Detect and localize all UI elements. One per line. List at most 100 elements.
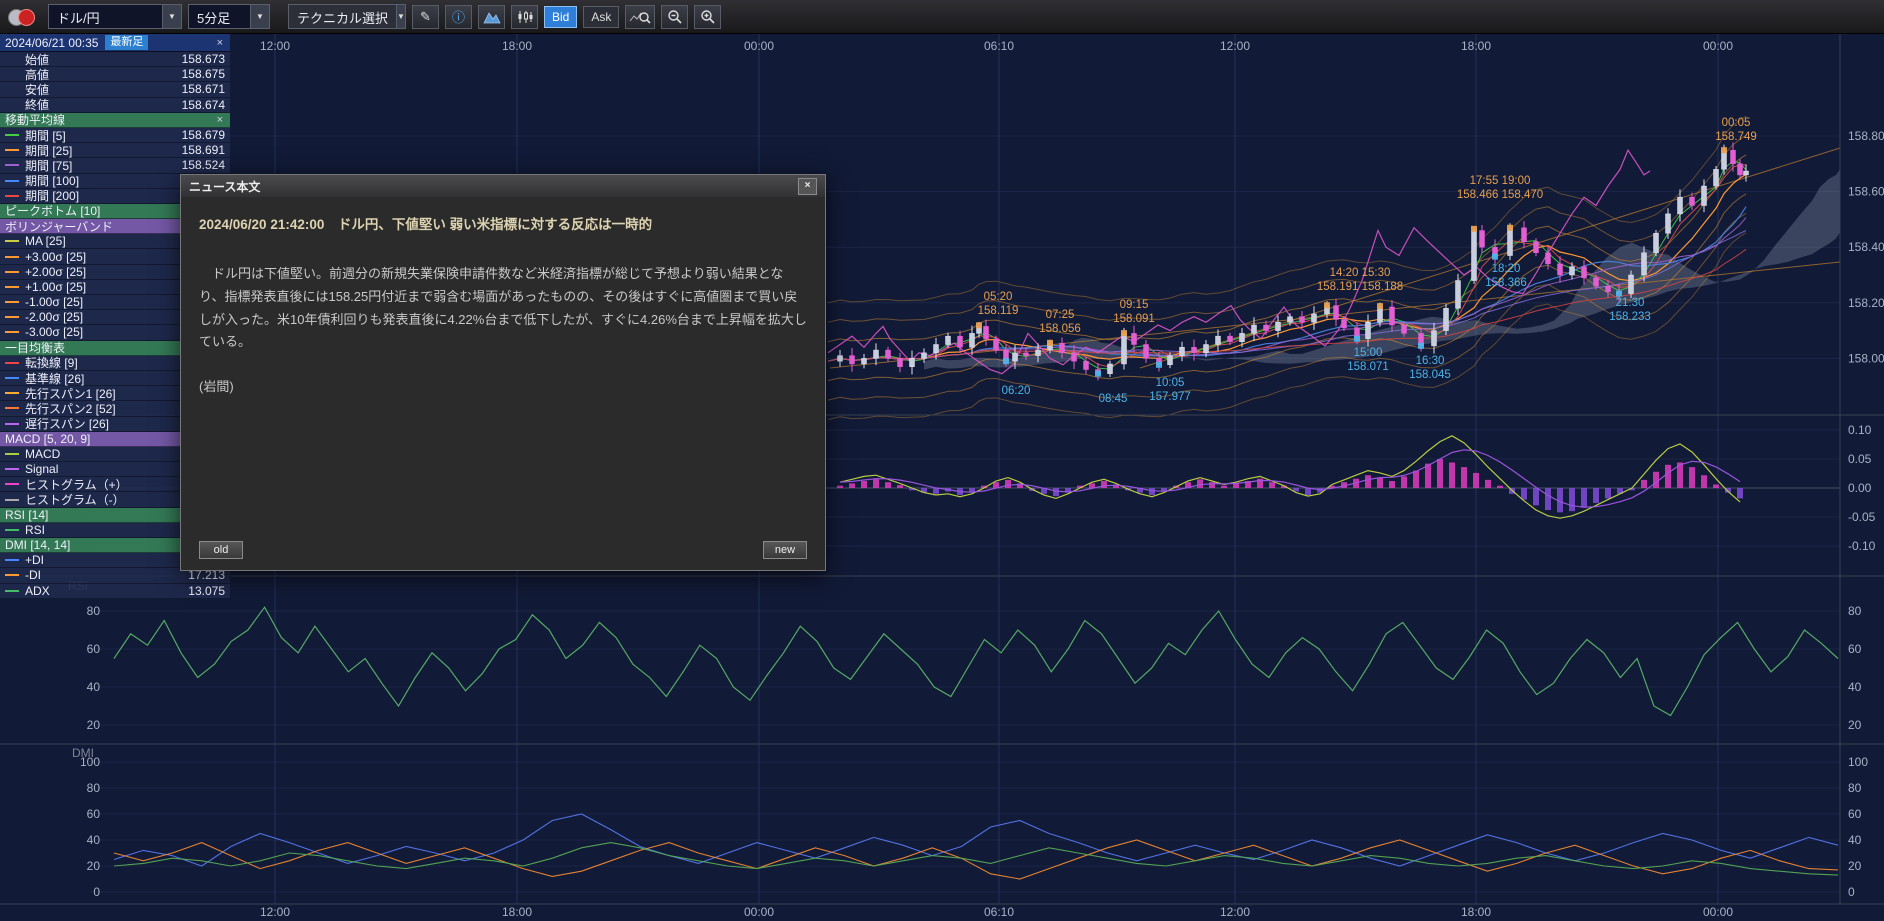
zoom-in-button[interactable] [694,5,721,29]
series-color-swatch [5,574,19,576]
svg-text:12:00: 12:00 [260,39,290,53]
indicator-label: ボリンジャーバンド [5,218,113,235]
svg-text:158.071: 158.071 [1347,361,1389,373]
close-icon[interactable]: × [798,178,817,195]
close-icon[interactable]: × [215,37,225,49]
candle-chart-button[interactable] [511,5,538,29]
svg-text:158.056: 158.056 [1039,323,1081,335]
svg-text:18:00: 18:00 [502,39,532,53]
timeframe-label: 5分足 [189,5,250,28]
new-news-button[interactable]: new [763,541,807,559]
close-icon[interactable]: × [215,114,225,126]
old-news-button[interactable]: old [199,541,243,559]
indicator-value: 158.671 [182,82,225,96]
draw-tool-button[interactable]: ✎ [412,5,439,29]
series-color-swatch [5,271,19,273]
svg-text:158.191 158.188: 158.191 158.188 [1317,281,1403,293]
svg-text:16:30: 16:30 [1416,355,1445,367]
svg-text:40: 40 [1848,680,1862,694]
svg-text:100: 100 [1848,755,1868,769]
svg-text:20: 20 [1848,859,1862,873]
svg-text:09:15: 09:15 [1120,299,1149,311]
indicator-value: 158.675 [182,67,225,81]
indicator-label: 遅行スパン [26] [25,415,109,432]
svg-text:00:00: 00:00 [1703,39,1733,53]
series-color-swatch [5,316,19,318]
svg-text:158.119: 158.119 [978,305,1019,317]
svg-text:08:45: 08:45 [1099,393,1128,405]
spacer [5,58,19,60]
ask-button[interactable]: Ask [583,6,619,28]
pencil-icon: ✎ [420,9,431,25]
chart-type-button[interactable] [478,5,505,29]
indicator-label: +DI [25,553,44,567]
series-color-swatch [5,392,19,394]
rsi-pane [114,607,1838,715]
news-headline: 2024/06/20 21:42:00 ドル円、下値堅い 弱い米指標に対する反応… [199,213,807,233]
svg-text:20: 20 [87,859,101,873]
svg-text:158.466 158.470: 158.466 158.470 [1457,189,1543,201]
svg-text:158.20: 158.20 [1848,296,1884,310]
svg-text:06:10: 06:10 [984,39,1014,53]
chevron-down-icon: ▼ [250,5,269,28]
zoom-out-icon [667,9,683,24]
series-color-swatch [5,256,19,258]
candle-info-header[interactable]: 2024/06/21 00:35 最新足 × [0,34,230,52]
svg-text:158.091: 158.091 [1113,313,1155,325]
svg-text:80: 80 [1848,781,1862,795]
dialog-titlebar[interactable]: ニュース本文 × [181,175,825,197]
svg-text:158.366: 158.366 [1485,277,1527,289]
app-logo-icon [8,5,42,29]
indicator-label: +1.00σ [25] [25,280,86,294]
dmi-pane [114,814,1838,879]
currency-pair-label: ドル/円 [49,5,162,28]
svg-text:07:25: 07:25 [1046,309,1075,321]
svg-text:80: 80 [87,781,101,795]
indicator-label: -2.00σ [25] [25,310,83,324]
indicator-label: +2.00σ [25] [25,265,86,279]
svg-text:0: 0 [93,885,100,899]
mountain-chart-icon [483,10,501,24]
chart-search-button[interactable] [625,5,655,29]
series-color-swatch [5,529,19,531]
technical-select[interactable]: テクニカル選択 ▼ [288,4,406,29]
series-color-swatch [5,423,19,425]
indicator-label: MACD [5, 20, 9] [5,432,90,446]
series-color-swatch [5,468,19,470]
chevron-down-icon: ▼ [396,5,405,28]
indicator-value: 13.075 [188,584,225,598]
indicator-label: -3.00σ [25] [25,325,83,339]
info-button[interactable]: ⓘ [445,5,472,29]
indicator-label: ヒストグラム（-） [25,491,125,508]
svg-text:60: 60 [1848,642,1862,656]
svg-text:0.00: 0.00 [1848,481,1872,495]
series-color-swatch [5,164,19,166]
indicator-row[interactable]: ADX13.075 [0,584,230,599]
series-color-swatch [5,286,19,288]
latest-candle-badge: 最新足 [105,35,148,50]
indicator-label: -1.00σ [25] [25,295,83,309]
svg-text:0.10: 0.10 [1848,423,1872,437]
svg-text:18:00: 18:00 [1461,39,1491,53]
svg-text:06:20: 06:20 [1002,385,1031,397]
svg-text:18:00: 18:00 [502,905,532,919]
series-color-swatch [5,483,19,485]
svg-text:12:00: 12:00 [1220,39,1250,53]
zoom-out-button[interactable] [661,5,688,29]
timeframe-select[interactable]: 5分足 ▼ [188,4,270,29]
news-dialog: ニュース本文 × 2024/06/20 21:42:00 ドル円、下値堅い 弱い… [180,174,826,571]
candle-datetime: 2024/06/21 00:35 [5,36,98,50]
svg-text:00:05: 00:05 [1722,117,1751,129]
svg-text:00:00: 00:00 [744,905,774,919]
svg-text:60: 60 [1848,807,1862,821]
technical-select-label: テクニカル選択 [289,5,396,28]
series-color-swatch [5,134,19,136]
svg-text:DMI: DMI [72,746,94,760]
svg-text:40: 40 [87,833,101,847]
indicator-value: 158.673 [182,52,225,66]
svg-text:80: 80 [87,604,101,618]
indicator-label: RSI [25,523,45,537]
svg-text:158.233: 158.233 [1609,311,1651,323]
currency-pair-select[interactable]: ドル/円 ▼ [48,4,182,29]
bid-button[interactable]: Bid [544,6,577,28]
